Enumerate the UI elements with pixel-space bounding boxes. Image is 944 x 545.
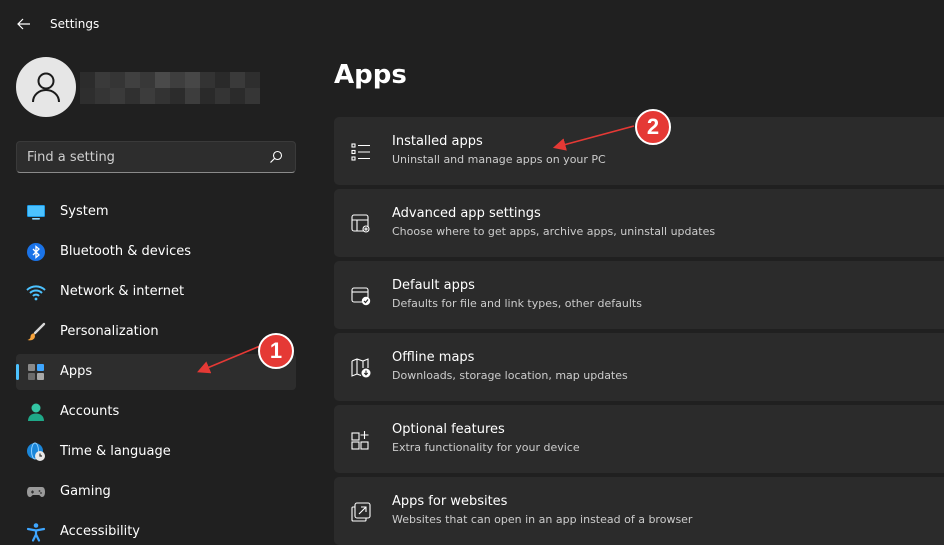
sidebar-item-personalization[interactable]: Personalization bbox=[16, 314, 296, 350]
card-advanced-app-settings[interactable]: Advanced app settings Choose where to ge… bbox=[334, 189, 944, 257]
annotation-badge-2: 2 bbox=[635, 109, 671, 145]
map-download-icon bbox=[351, 358, 371, 378]
sidebar-item-label: Network & internet bbox=[60, 284, 185, 299]
sidebar-item-label: Time & language bbox=[60, 444, 171, 459]
card-subtitle: Choose where to get apps, archive apps, … bbox=[392, 225, 716, 238]
card-subtitle: Websites that can open in an app instead… bbox=[392, 513, 693, 526]
app-settings-icon bbox=[351, 214, 370, 233]
search-box[interactable] bbox=[16, 141, 296, 173]
sidebar-item-label: Accounts bbox=[60, 404, 120, 419]
paintbrush-icon bbox=[27, 322, 46, 341]
sidebar-item-label: Accessibility bbox=[60, 524, 140, 539]
page-title: Apps bbox=[334, 60, 407, 90]
card-subtitle: Uninstall and manage apps on your PC bbox=[392, 153, 606, 166]
card-title: Optional features bbox=[392, 422, 505, 437]
card-offline-maps[interactable]: Offline maps Downloads, storage location… bbox=[334, 333, 944, 401]
globe-clock-icon bbox=[27, 442, 45, 461]
window-title: Settings bbox=[50, 17, 100, 31]
sidebar-item-system[interactable]: System bbox=[16, 194, 296, 230]
card-title: Offline maps bbox=[392, 350, 475, 365]
sidebar-item-time-language[interactable]: Time & language bbox=[16, 434, 296, 470]
card-title: Apps for websites bbox=[392, 494, 508, 509]
gamepad-icon bbox=[27, 487, 45, 497]
accessibility-icon bbox=[26, 523, 46, 542]
open-link-icon bbox=[351, 502, 371, 522]
apps-icon bbox=[28, 364, 44, 380]
sidebar-item-accounts[interactable]: Accounts bbox=[16, 394, 296, 430]
sidebar-item-bluetooth[interactable]: Bluetooth & devices bbox=[16, 234, 296, 270]
card-apps-for-websites[interactable]: Apps for websites Websites that can open… bbox=[334, 477, 944, 545]
card-subtitle: Downloads, storage location, map updates bbox=[392, 369, 628, 382]
search-icon[interactable] bbox=[269, 150, 283, 164]
wifi-icon bbox=[26, 285, 46, 301]
sidebar-item-accessibility[interactable]: Accessibility bbox=[16, 514, 296, 545]
sidebar-item-gaming[interactable]: Gaming bbox=[16, 474, 296, 510]
annotation-badge-1: 1 bbox=[258, 333, 294, 369]
selection-indicator bbox=[16, 364, 19, 380]
card-default-apps[interactable]: Default apps Defaults for file and link … bbox=[334, 261, 944, 329]
sidebar-item-label: Bluetooth & devices bbox=[60, 244, 191, 259]
sidebar-item-network[interactable]: Network & internet bbox=[16, 274, 296, 310]
card-subtitle: Extra functionality for your device bbox=[392, 441, 580, 454]
default-apps-icon bbox=[351, 287, 371, 306]
sidebar-item-label: System bbox=[60, 204, 109, 219]
monitor-icon bbox=[27, 205, 45, 220]
sidebar-item-label: Gaming bbox=[60, 484, 111, 499]
list-icon bbox=[351, 143, 370, 161]
search-input[interactable] bbox=[17, 142, 257, 172]
profile-name-redacted bbox=[80, 72, 275, 104]
sidebar-item-apps[interactable]: Apps bbox=[16, 354, 296, 390]
back-button[interactable] bbox=[12, 12, 36, 36]
card-title: Default apps bbox=[392, 278, 475, 293]
sidebar-nav: System Bluetooth & devices Network & int… bbox=[16, 194, 296, 545]
sidebar-item-label: Apps bbox=[60, 364, 93, 379]
card-optional-features[interactable]: Optional features Extra functionality fo… bbox=[334, 405, 944, 473]
bluetooth-icon bbox=[27, 243, 45, 261]
sidebar-item-label: Personalization bbox=[60, 324, 159, 339]
add-grid-icon bbox=[351, 431, 369, 450]
person-icon bbox=[28, 403, 44, 421]
avatar[interactable] bbox=[16, 57, 76, 117]
arrow-left-icon bbox=[17, 18, 30, 30]
card-subtitle: Defaults for file and link types, other … bbox=[392, 297, 642, 310]
person-icon bbox=[32, 72, 60, 103]
title-bar: Settings bbox=[0, 0, 944, 48]
card-title: Installed apps bbox=[392, 134, 483, 149]
card-title: Advanced app settings bbox=[392, 206, 541, 221]
